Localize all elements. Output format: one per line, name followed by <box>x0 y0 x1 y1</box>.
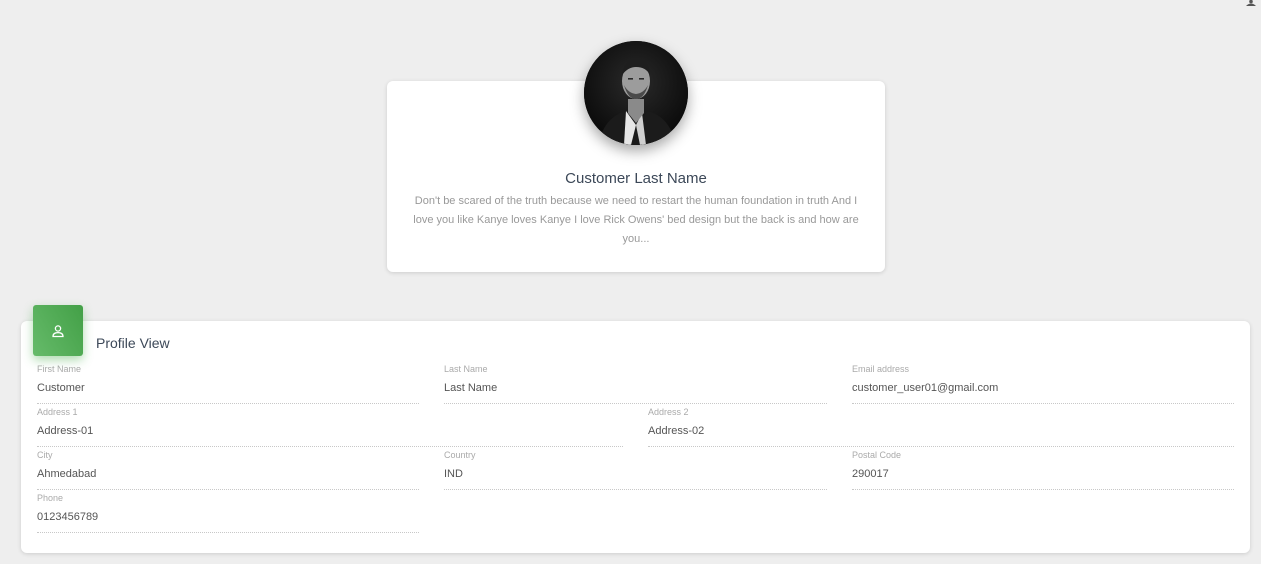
country-value[interactable]: IND <box>444 468 463 480</box>
country-underline <box>444 489 827 490</box>
postal-code-label: Postal Code <box>852 450 902 460</box>
address2-value[interactable]: Address-02 <box>648 425 704 437</box>
country-label: Country <box>444 450 476 460</box>
email-value[interactable]: customer_user01@gmail.com <box>852 382 998 394</box>
profile-form-card: Profile View First Name Customer Last Na… <box>21 321 1250 553</box>
last-name-underline <box>444 403 827 404</box>
phone-value[interactable]: 0123456789 <box>37 511 98 523</box>
first-name-label: First Name <box>37 364 82 374</box>
postal-code-value[interactable]: 290017 <box>852 468 889 480</box>
city-value[interactable]: Ahmedabad <box>37 468 96 480</box>
address1-label: Address 1 <box>37 407 78 417</box>
email-label: Email address <box>852 364 910 374</box>
email-underline <box>852 403 1234 404</box>
last-name-label: Last Name <box>444 364 488 374</box>
last-name-value[interactable]: Last Name <box>444 382 497 394</box>
address1-underline <box>37 446 623 447</box>
avatar <box>584 41 688 145</box>
card-title: Profile View <box>96 335 170 351</box>
user-icon <box>52 324 64 337</box>
postal-code-underline <box>852 489 1234 490</box>
address2-underline <box>648 446 1234 447</box>
profile-name: Customer Last Name <box>565 170 707 187</box>
address2-label: Address 2 <box>648 407 689 417</box>
user-menu-icon[interactable] <box>1245 0 1257 6</box>
first-name-underline <box>37 403 419 404</box>
address1-value[interactable]: Address-01 <box>37 425 93 437</box>
phone-underline <box>37 532 419 533</box>
city-underline <box>37 489 419 490</box>
phone-label: Phone <box>37 493 64 503</box>
profile-description: Don't be scared of the truth because we … <box>413 195 859 245</box>
profile-view-header-icon <box>33 305 83 356</box>
first-name-value[interactable]: Customer <box>37 382 85 394</box>
city-label: City <box>37 450 53 460</box>
